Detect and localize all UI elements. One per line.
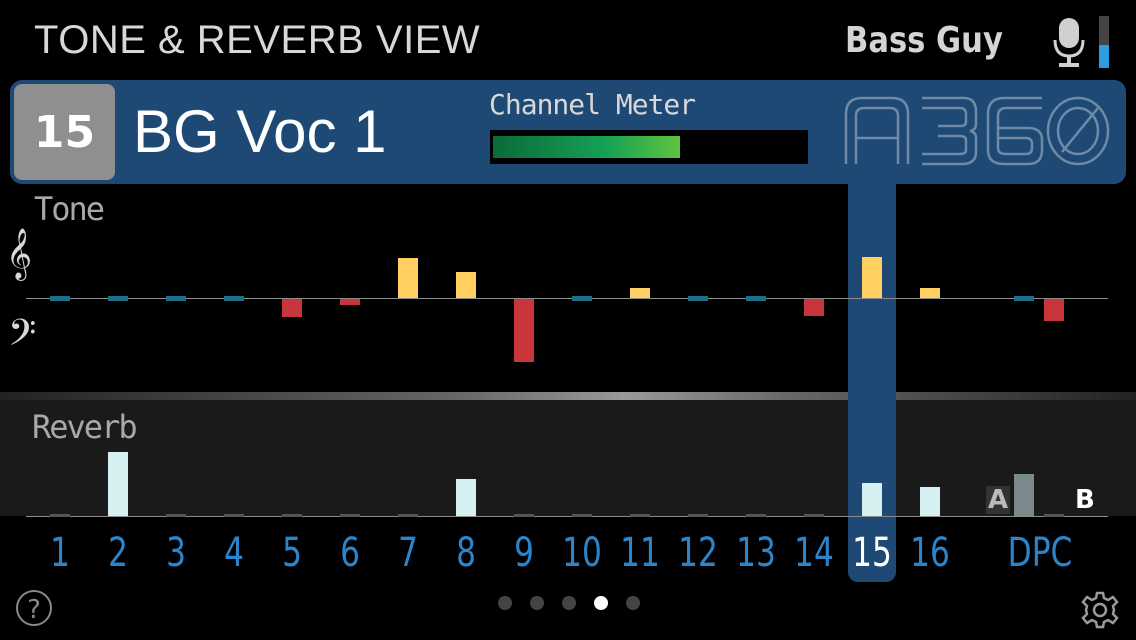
- reverb-bar[interactable]: [920, 487, 940, 516]
- user-name[interactable]: Bass Guy: [845, 20, 1003, 61]
- tone-bar[interactable]: [50, 296, 70, 301]
- channel-button-6[interactable]: 6: [327, 530, 372, 576]
- tone-bar[interactable]: [1014, 296, 1034, 301]
- treble-clef-icon: 𝄞: [6, 228, 33, 279]
- channel-button-13[interactable]: 13: [733, 530, 778, 576]
- dpc-a-label[interactable]: A: [986, 486, 1011, 514]
- channel-button-10[interactable]: 10: [559, 530, 604, 576]
- tone-bar[interactable]: [340, 299, 360, 305]
- gear-icon[interactable]: [1080, 590, 1120, 630]
- reverb-bar[interactable]: [746, 514, 766, 517]
- a360-logo: [844, 96, 1110, 166]
- reverb-bar[interactable]: [862, 483, 882, 516]
- tone-bar[interactable]: [108, 296, 128, 301]
- page-dot[interactable]: [626, 596, 640, 610]
- dpc-b-label[interactable]: B: [1075, 486, 1095, 514]
- reverb-bar[interactable]: [514, 514, 534, 517]
- reverb-bar[interactable]: [688, 514, 708, 517]
- reverb-bar[interactable]: [108, 452, 128, 516]
- page-dot[interactable]: [530, 596, 544, 610]
- channel-number-badge[interactable]: 15: [14, 84, 115, 180]
- tone-bar[interactable]: [224, 296, 244, 301]
- channel-button-15[interactable]: 15: [849, 530, 894, 576]
- reverb-bar[interactable]: [50, 514, 70, 517]
- channel-button-14[interactable]: 14: [791, 530, 836, 576]
- tone-bar[interactable]: [804, 299, 824, 316]
- tone-bar[interactable]: [456, 272, 476, 298]
- tone-baseline: [26, 298, 1108, 299]
- reverb-bar[interactable]: [398, 514, 418, 517]
- channel-button-3[interactable]: 3: [153, 530, 198, 576]
- reverb-bar[interactable]: [1044, 514, 1064, 517]
- tone-bar[interactable]: [688, 296, 708, 301]
- reverb-bar[interactable]: [456, 479, 476, 516]
- reverb-bar[interactable]: [224, 514, 244, 517]
- mic-level-fill: [1099, 45, 1109, 68]
- tone-bar[interactable]: [514, 299, 534, 362]
- reverb-section-label: Reverb: [32, 408, 138, 446]
- reverb-bar[interactable]: [1014, 474, 1034, 516]
- reverb-bar[interactable]: [282, 514, 302, 517]
- tone-section-label: Tone: [34, 190, 105, 228]
- tone-bar[interactable]: [862, 257, 882, 298]
- tone-bar[interactable]: [1044, 299, 1064, 321]
- reverb-bar[interactable]: [572, 514, 592, 517]
- bass-clef-icon: 𝄢: [8, 312, 37, 363]
- tone-bar[interactable]: [166, 296, 186, 301]
- reverb-baseline: [26, 516, 1108, 517]
- tone-bar[interactable]: [630, 288, 650, 298]
- channel-meter-fill: [493, 136, 680, 158]
- channel-button-16[interactable]: 16: [907, 530, 952, 576]
- tone-bar[interactable]: [282, 299, 302, 317]
- page-dot[interactable]: [498, 596, 512, 610]
- reverb-bar[interactable]: [630, 514, 650, 517]
- channel-button-5[interactable]: 5: [269, 530, 314, 576]
- page-dot[interactable]: [562, 596, 576, 610]
- channel-button-12[interactable]: 12: [675, 530, 720, 576]
- channel-meter-label: Channel Meter: [489, 88, 696, 121]
- channel-button-2[interactable]: 2: [95, 530, 140, 576]
- page-dot[interactable]: [594, 596, 608, 610]
- channel-button-dpc[interactable]: DPC: [1005, 530, 1075, 576]
- reverb-bar[interactable]: [804, 514, 824, 517]
- channel-button-11[interactable]: 11: [617, 530, 662, 576]
- tone-bar[interactable]: [920, 288, 940, 298]
- page-title: TONE & REVERB VIEW: [34, 18, 481, 62]
- reverb-bar[interactable]: [166, 514, 186, 517]
- reverb-section: [0, 392, 1136, 516]
- channel-button-7[interactable]: 7: [385, 530, 430, 576]
- channel-button-8[interactable]: 8: [443, 530, 488, 576]
- tone-bar[interactable]: [746, 296, 766, 301]
- microphone-icon[interactable]: [1052, 16, 1086, 68]
- reverb-divider: [0, 392, 1136, 400]
- help-icon[interactable]: ?: [16, 590, 52, 626]
- tone-bar[interactable]: [572, 296, 592, 301]
- page-indicator[interactable]: [498, 596, 640, 610]
- reverb-bar[interactable]: [340, 514, 360, 517]
- channel-button-1[interactable]: 1: [37, 530, 82, 576]
- channel-name[interactable]: BG Voc 1: [133, 97, 386, 166]
- tone-bar[interactable]: [398, 258, 418, 298]
- channel-button-9[interactable]: 9: [501, 530, 546, 576]
- channel-button-4[interactable]: 4: [211, 530, 256, 576]
